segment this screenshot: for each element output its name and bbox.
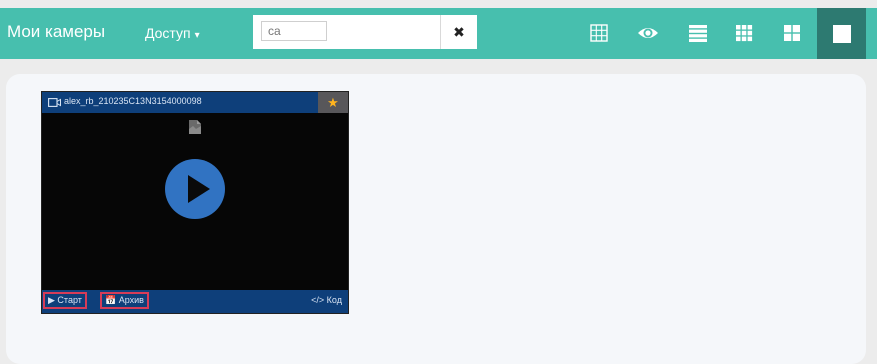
camera-card[interactable]: alex_rb_210235C13N3154000098 ★ ▶ Старт 📅… <box>41 91 349 314</box>
single-view-icon <box>833 25 851 43</box>
favorite-star-icon[interactable]: ★ <box>318 92 348 113</box>
top-navbar: Мои камеры Доступ▾ ✖ <box>0 8 877 59</box>
search-input[interactable] <box>261 21 327 41</box>
camera-name: alex_rb_210235C13N3154000098 <box>64 96 202 106</box>
access-dropdown[interactable]: Доступ ▾ <box>145 25 200 41</box>
search-box: ✖ <box>253 15 477 49</box>
broken-image-icon <box>189 120 201 134</box>
play-button[interactable] <box>165 159 225 219</box>
list-icon[interactable] <box>687 22 709 44</box>
single-view-button[interactable] <box>817 8 866 59</box>
search-separator <box>440 15 441 49</box>
caret-down-icon: ▾ <box>194 30 200 41</box>
archive-button[interactable]: 📅 Архив <box>100 292 149 309</box>
camera-header: alex_rb_210235C13N3154000098 ★ <box>42 92 348 113</box>
grid-columns-icon[interactable] <box>733 22 755 44</box>
access-label: Доступ <box>145 25 191 41</box>
clear-search-icon[interactable]: ✖ <box>449 22 469 42</box>
grid-small-icon[interactable] <box>588 22 610 44</box>
start-button[interactable]: ▶ Старт <box>43 292 87 309</box>
grid-large-icon[interactable] <box>781 22 803 44</box>
play-icon <box>188 175 210 203</box>
video-camera-icon <box>48 98 61 107</box>
page-title: Мои камеры <box>7 22 106 41</box>
eye-icon[interactable] <box>637 22 659 44</box>
code-button[interactable]: </> Код <box>311 295 342 305</box>
camera-footer: ▶ Старт 📅 Архив </> Код <box>42 290 348 313</box>
